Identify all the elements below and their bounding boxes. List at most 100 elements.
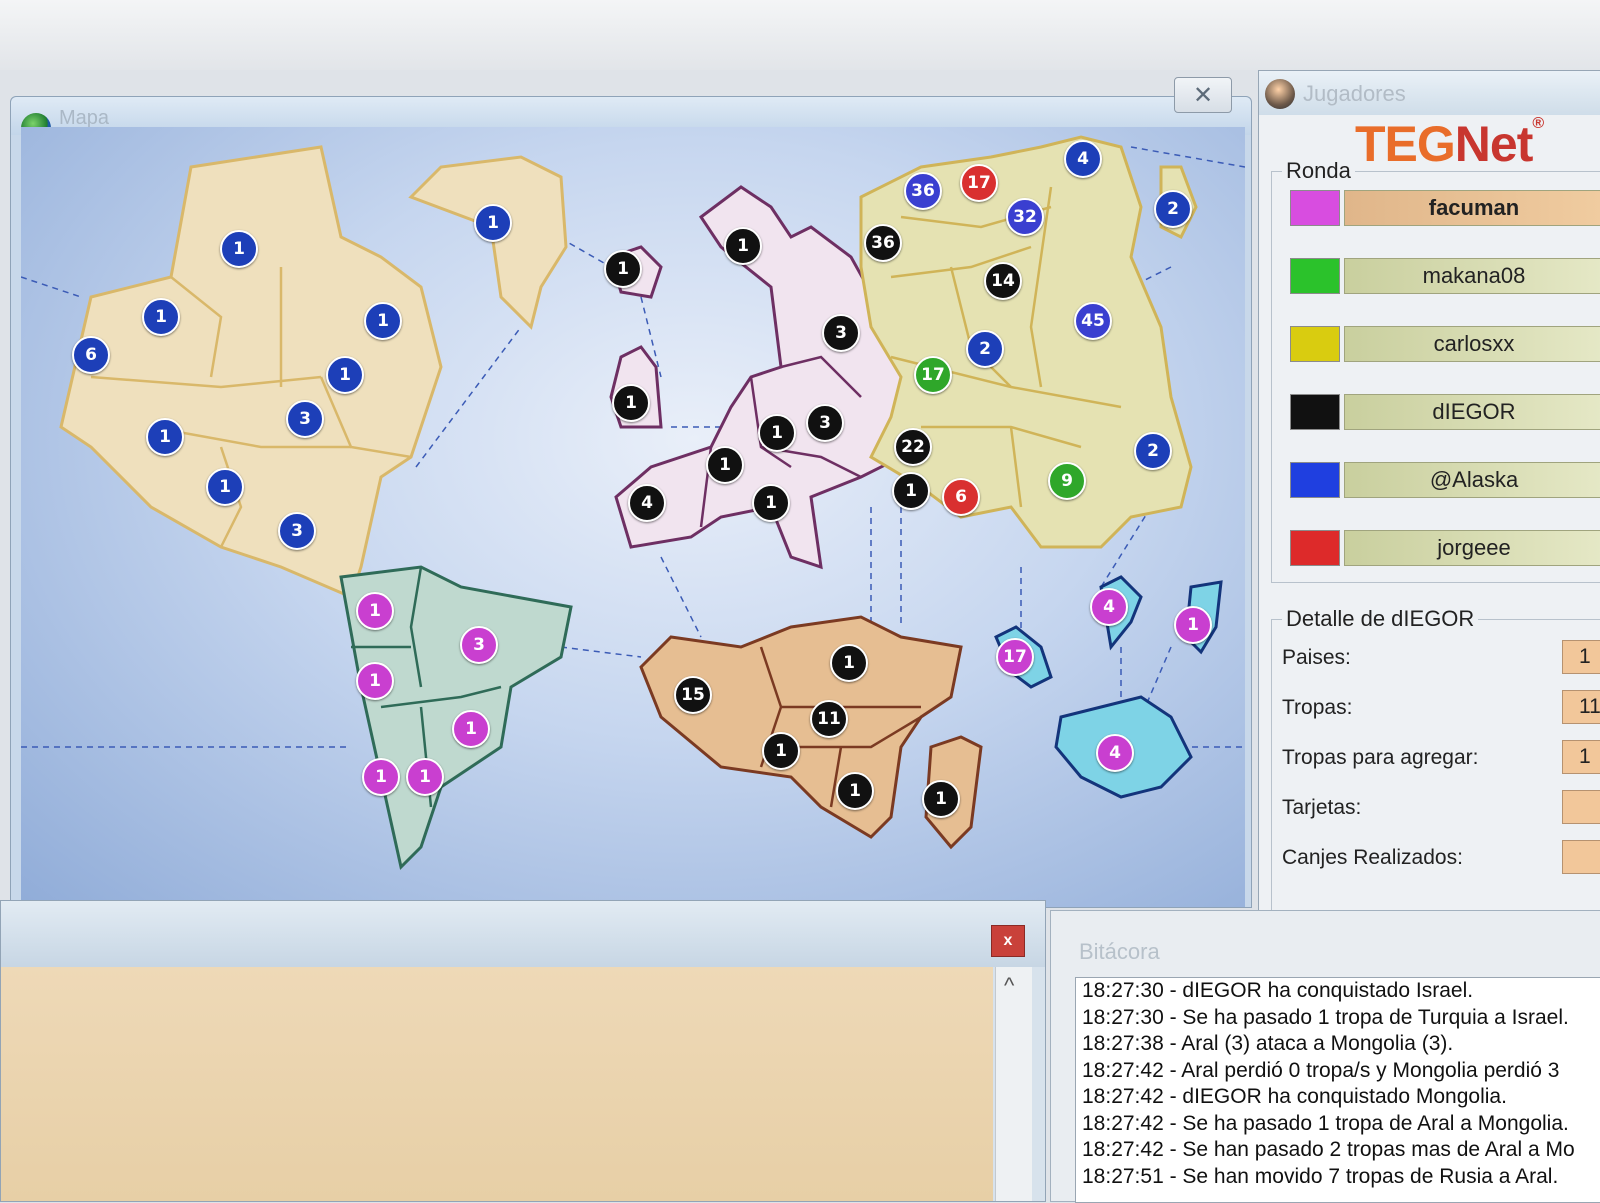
player-color-swatch (1290, 394, 1340, 430)
army-counter[interactable]: 3 (286, 400, 324, 438)
army-counters: 1 1 6 1 1 1 3 1 1 3 1 1 3 1 1 3 1 4 1 36 17 4 32 2 36 14 45 2 17 22 2 1… (21, 127, 1245, 907)
army-counter[interactable]: 45 (1074, 302, 1112, 340)
army-counter[interactable]: 2 (1134, 432, 1172, 470)
player-row[interactable]: jorgeee (1290, 530, 1600, 566)
log-entry: 18:27:42 - Se han pasado 2 tropas mas de… (1082, 1138, 1575, 1161)
log-entry: 18:27:42 - Se ha pasado 1 tropa de Aral … (1082, 1111, 1569, 1135)
map-window: Mapa ✕ 1 1 6 1 1 1 3 1 1 3 1 1 3 1 1 3 1… (10, 77, 1252, 908)
stat-value: 1 (1562, 640, 1600, 674)
stat-label: Tropas: (1282, 696, 1353, 719)
army-counter[interactable]: 3 (806, 404, 844, 442)
army-counter[interactable]: 1 (922, 780, 960, 818)
army-counter[interactable]: 3 (822, 314, 860, 352)
army-counter[interactable]: 1 (836, 772, 874, 810)
army-counter[interactable]: 1 (604, 250, 642, 288)
army-counter[interactable]: 17 (914, 356, 952, 394)
army-counter[interactable]: 1 (206, 468, 244, 506)
army-counter[interactable]: 1 (706, 446, 744, 484)
player-name: dIEGOR (1344, 394, 1600, 430)
army-counter[interactable]: 4 (1096, 734, 1134, 772)
army-counter[interactable]: 2 (1154, 190, 1192, 228)
chat-scrollbar[interactable]: ^ (995, 967, 1032, 1201)
army-counter[interactable]: 15 (674, 676, 712, 714)
players-window: Jugadores TEGNet® Ronda facuman makana08… (1258, 70, 1600, 912)
player-row[interactable]: facuman (1290, 190, 1600, 226)
log-entry: 18:27:30 - dIEGOR ha conquistado Israel. (1082, 979, 1474, 1002)
stat-paises: Paises: 1 (1282, 640, 1600, 680)
stat-label: Paises: (1282, 646, 1351, 669)
player-row[interactable]: carlosxx (1290, 326, 1600, 362)
army-counter[interactable]: 1 (356, 592, 394, 630)
army-counter[interactable]: 2 (966, 330, 1004, 368)
player-name: jorgeee (1344, 530, 1600, 566)
army-counter[interactable]: 1 (474, 204, 512, 242)
army-counter[interactable]: 1 (452, 710, 490, 748)
army-counter[interactable]: 14 (984, 262, 1022, 300)
player-row[interactable]: makana08 (1290, 258, 1600, 294)
player-name: facuman (1344, 190, 1600, 226)
player-row[interactable]: @Alaska (1290, 462, 1600, 498)
army-counter[interactable]: 1 (142, 298, 180, 336)
army-counter[interactable]: 1 (406, 758, 444, 796)
army-counter[interactable]: 36 (864, 224, 902, 262)
log-entry: 18:27:30 - Se ha pasado 1 tropa de Turqu… (1082, 1005, 1569, 1029)
log-list[interactable]: 18:27:30 - dIEGOR ha conquistado Israel.… (1075, 977, 1600, 1203)
army-counter[interactable]: 1 (724, 227, 762, 265)
army-counter[interactable]: 17 (996, 638, 1034, 676)
chat-titlebar[interactable]: x (1, 901, 1045, 967)
player-row[interactable]: dIEGOR (1290, 394, 1600, 430)
player-color-swatch (1290, 190, 1340, 226)
map-close-button[interactable]: ✕ (1174, 77, 1232, 113)
stat-label: Canjes Realizados: (1282, 846, 1463, 869)
stat-tarjetas: Tarjetas: (1282, 790, 1600, 830)
army-counter[interactable]: 1 (146, 418, 184, 456)
scroll-up-icon[interactable]: ^ (1004, 973, 1014, 999)
stat-value: 1 (1562, 740, 1600, 774)
player-detail-label: Detalle de dIEGOR (1282, 606, 1479, 632)
army-counter[interactable]: 1 (1174, 606, 1212, 644)
army-counter[interactable]: 32 (1006, 198, 1044, 236)
army-counter[interactable]: 1 (762, 732, 800, 770)
army-counter[interactable]: 6 (942, 478, 980, 516)
army-counter[interactable]: 1 (892, 472, 930, 510)
log-entry: 18:27:51 - Se han movido 7 tropas de Rus… (1082, 1164, 1559, 1188)
stat-value: 11 (1562, 690, 1600, 724)
army-counter[interactable]: 6 (72, 336, 110, 374)
army-counter[interactable]: 22 (894, 428, 932, 466)
army-counter[interactable]: 1 (356, 662, 394, 700)
tegnet-logo: TEGNet® (1355, 115, 1544, 172)
army-counter[interactable]: 3 (460, 626, 498, 664)
log-entry: 18:27:38 - Aral (3) ataca a Mongolia (3)… (1082, 1032, 1454, 1055)
army-counter[interactable]: 4 (1064, 140, 1102, 178)
chat-messages-area[interactable] (1, 967, 993, 1201)
players-titlebar[interactable]: Jugadores (1259, 71, 1600, 115)
army-counter[interactable]: 4 (1090, 588, 1128, 626)
army-counter[interactable]: 17 (960, 164, 998, 202)
ronda-label: Ronda (1282, 158, 1355, 184)
army-counter[interactable]: 1 (220, 230, 258, 268)
army-counter[interactable]: 1 (830, 644, 868, 682)
army-counter[interactable]: 1 (752, 484, 790, 522)
army-counter[interactable]: 1 (326, 356, 364, 394)
stat-label: Tarjetas: (1282, 796, 1362, 819)
player-color-swatch (1290, 530, 1340, 566)
players-title: Jugadores (1303, 81, 1406, 106)
chat-close-button[interactable]: x (991, 925, 1025, 957)
army-counter[interactable]: 4 (628, 484, 666, 522)
player-name: makana08 (1344, 258, 1600, 294)
army-counter[interactable]: 1 (758, 414, 796, 452)
army-counter[interactable]: 3 (278, 512, 316, 550)
ronda-group: Ronda facuman makana08 carlosxx dIEGOR @… (1271, 158, 1600, 583)
army-counter[interactable]: 1 (362, 758, 400, 796)
army-counter[interactable]: 9 (1048, 462, 1086, 500)
log-entry: 18:27:42 - dIEGOR ha conquistado Mongoli… (1082, 1085, 1507, 1108)
stat-value (1562, 840, 1600, 874)
player-color-swatch (1290, 258, 1340, 294)
army-counter[interactable]: 1 (364, 302, 402, 340)
world-map[interactable]: 1 1 6 1 1 1 3 1 1 3 1 1 3 1 1 3 1 4 1 36 17 4 32 2 36 14 45 2 17 22 2 1… (21, 127, 1245, 907)
stat-tropas: Tropas: 11 (1282, 690, 1600, 730)
log-window: Bitácora 18:27:30 - dIEGOR ha conquistad… (1050, 910, 1600, 1203)
army-counter[interactable]: 1 (612, 384, 650, 422)
army-counter[interactable]: 36 (904, 172, 942, 210)
army-counter[interactable]: 11 (810, 700, 848, 738)
